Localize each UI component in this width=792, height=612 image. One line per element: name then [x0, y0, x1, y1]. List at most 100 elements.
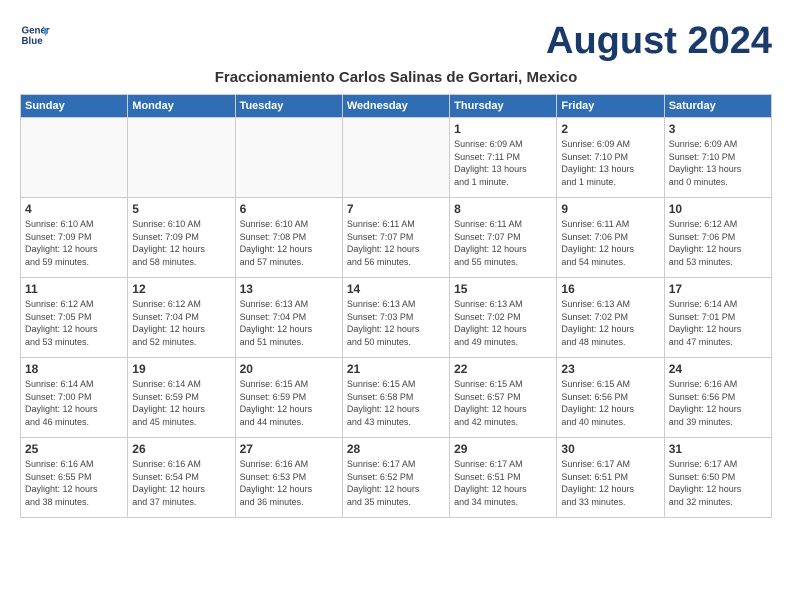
day-number: 22: [454, 362, 552, 376]
day-info: Sunrise: 6:13 AM Sunset: 7:02 PM Dayligh…: [561, 298, 659, 348]
weekday-header-tuesday: Tuesday: [235, 95, 342, 118]
calendar-cell: 24Sunrise: 6:16 AM Sunset: 6:56 PM Dayli…: [664, 358, 771, 438]
calendar-cell: 8 Sunrise: 6:11 AM Sunset: 7:07 PM Daylig…: [450, 198, 557, 278]
calendar-cell: 7 Sunrise: 6:11 AM Sunset: 7:07 PM Daylig…: [342, 198, 449, 278]
day-number: 30: [561, 442, 659, 456]
calendar-cell: 21Sunrise: 6:15 AM Sunset: 6:58 PM Dayli…: [342, 358, 449, 438]
day-number: 29: [454, 442, 552, 456]
month-title: August 2024: [546, 20, 772, 63]
day-info: Sunrise: 6:12 AM Sunset: 7:04 PM Dayligh…: [132, 298, 230, 348]
calendar-cell: 14 Sunrise: 6:13 AM Sunset: 7:03 PM Dayli…: [342, 278, 449, 358]
day-info: Sunrise: 6:17 AM Sunset: 6:51 PM Dayligh…: [454, 458, 552, 508]
day-info: Sunrise: 6:11 AM Sunset: 7:07 PM Dayligh…: [347, 218, 445, 268]
day-number: 12: [132, 282, 230, 296]
weekday-header-thursday: Thursday: [450, 95, 557, 118]
weekday-header-monday: Monday: [128, 95, 235, 118]
day-number: 31: [669, 442, 767, 456]
day-number: 18: [25, 362, 123, 376]
day-number: 27: [240, 442, 338, 456]
day-info: Sunrise: 6:12 AM Sunset: 7:06 PM Dayligh…: [669, 218, 767, 268]
calendar-cell: 1 Sunrise: 6:09 AM Sunset: 7:11 PM Daylig…: [450, 118, 557, 198]
logo-icon: General Blue: [20, 20, 50, 50]
day-number: 3: [669, 122, 767, 136]
day-info: Sunrise: 6:10 AM Sunset: 7:08 PM Dayligh…: [240, 218, 338, 268]
day-number: 20: [240, 362, 338, 376]
calendar-cell: 10 Sunrise: 6:12 AM Sunset: 7:06 PM Dayli…: [664, 198, 771, 278]
weekday-header-sunday: Sunday: [21, 95, 128, 118]
calendar-cell: 31 Sunrise: 6:17 AM Sunset: 6:50 PM Dayli…: [664, 438, 771, 518]
day-info: Sunrise: 6:16 AM Sunset: 6:53 PM Dayligh…: [240, 458, 338, 508]
calendar-cell: 13 Sunrise: 6:13 AM Sunset: 7:04 PM Dayli…: [235, 278, 342, 358]
day-number: 10: [669, 202, 767, 216]
day-number: 16: [561, 282, 659, 296]
day-number: 6: [240, 202, 338, 216]
calendar-table: SundayMondayTuesdayWednesdayThursdayFrid…: [20, 94, 772, 518]
day-info: Sunrise: 6:17 AM Sunset: 6:51 PM Dayligh…: [561, 458, 659, 508]
day-info: Sunrise: 6:14 AM Sunset: 6:59 PM Dayligh…: [132, 378, 230, 428]
day-info: Sunrise: 6:13 AM Sunset: 7:04 PM Dayligh…: [240, 298, 338, 348]
day-info: Sunrise: 6:15 AM Sunset: 6:59 PM Dayligh…: [240, 378, 338, 428]
day-info: Sunrise: 6:09 AM Sunset: 7:10 PM Dayligh…: [669, 138, 767, 188]
day-info: Sunrise: 6:17 AM Sunset: 6:52 PM Dayligh…: [347, 458, 445, 508]
day-number: 23: [561, 362, 659, 376]
calendar-cell: 9 Sunrise: 6:11 AM Sunset: 7:06 PM Daylig…: [557, 198, 664, 278]
calendar-cell: 30 Sunrise: 6:17 AM Sunset: 6:51 PM Dayli…: [557, 438, 664, 518]
calendar-cell: [342, 118, 449, 198]
calendar-cell: 5 Sunrise: 6:10 AM Sunset: 7:09 PM Daylig…: [128, 198, 235, 278]
day-number: 5: [132, 202, 230, 216]
calendar-cell: 19 Sunrise: 6:14 AM Sunset: 6:59 PM Dayli…: [128, 358, 235, 438]
weekday-header-wednesday: Wednesday: [342, 95, 449, 118]
calendar-cell: 27 Sunrise: 6:16 AM Sunset: 6:53 PM Dayli…: [235, 438, 342, 518]
calendar-cell: 2Sunrise: 6:09 AM Sunset: 7:10 PM Daylig…: [557, 118, 664, 198]
day-info: Sunrise: 6:09 AM Sunset: 7:10 PM Dayligh…: [561, 138, 659, 188]
logo: General Blue: [20, 20, 50, 50]
day-number: 9: [561, 202, 659, 216]
calendar-cell: 3 Sunrise: 6:09 AM Sunset: 7:10 PM Daylig…: [664, 118, 771, 198]
calendar-cell: 12 Sunrise: 6:12 AM Sunset: 7:04 PM Dayli…: [128, 278, 235, 358]
weekday-header-friday: Friday: [557, 95, 664, 118]
day-info: Sunrise: 6:16 AM Sunset: 6:54 PM Dayligh…: [132, 458, 230, 508]
day-number: 26: [132, 442, 230, 456]
day-info: Sunrise: 6:12 AM Sunset: 7:05 PM Dayligh…: [25, 298, 123, 348]
day-number: 11: [25, 282, 123, 296]
calendar-cell: 28 Sunrise: 6:17 AM Sunset: 6:52 PM Dayli…: [342, 438, 449, 518]
location-title: Fraccionamiento Carlos Salinas de Gortar…: [20, 69, 772, 86]
day-number: 13: [240, 282, 338, 296]
calendar-cell: 20 Sunrise: 6:15 AM Sunset: 6:59 PM Dayli…: [235, 358, 342, 438]
day-number: 19: [132, 362, 230, 376]
day-info: Sunrise: 6:10 AM Sunset: 7:09 PM Dayligh…: [25, 218, 123, 268]
calendar-cell: 26 Sunrise: 6:16 AM Sunset: 6:54 PM Dayli…: [128, 438, 235, 518]
day-number: 15: [454, 282, 552, 296]
day-number: 14: [347, 282, 445, 296]
calendar-cell: 22Sunrise: 6:15 AM Sunset: 6:57 PM Dayli…: [450, 358, 557, 438]
calendar-cell: 6 Sunrise: 6:10 AM Sunset: 7:08 PM Daylig…: [235, 198, 342, 278]
day-info: Sunrise: 6:10 AM Sunset: 7:09 PM Dayligh…: [132, 218, 230, 268]
day-info: Sunrise: 6:15 AM Sunset: 6:58 PM Dayligh…: [347, 378, 445, 428]
day-info: Sunrise: 6:13 AM Sunset: 7:02 PM Dayligh…: [454, 298, 552, 348]
day-number: 7: [347, 202, 445, 216]
day-number: 1: [454, 122, 552, 136]
day-info: Sunrise: 6:17 AM Sunset: 6:50 PM Dayligh…: [669, 458, 767, 508]
day-number: 8: [454, 202, 552, 216]
day-info: Sunrise: 6:16 AM Sunset: 6:56 PM Dayligh…: [669, 378, 767, 428]
day-info: Sunrise: 6:14 AM Sunset: 7:01 PM Dayligh…: [669, 298, 767, 348]
day-info: Sunrise: 6:11 AM Sunset: 7:07 PM Dayligh…: [454, 218, 552, 268]
calendar-cell: 23 Sunrise: 6:15 AM Sunset: 6:56 PM Dayli…: [557, 358, 664, 438]
calendar-cell: 11 Sunrise: 6:12 AM Sunset: 7:05 PM Dayli…: [21, 278, 128, 358]
day-info: Sunrise: 6:14 AM Sunset: 7:00 PM Dayligh…: [25, 378, 123, 428]
day-number: 4: [25, 202, 123, 216]
calendar-cell: 4 Sunrise: 6:10 AM Sunset: 7:09 PM Daylig…: [21, 198, 128, 278]
calendar-cell: [235, 118, 342, 198]
calendar-cell: 15 Sunrise: 6:13 AM Sunset: 7:02 PM Dayli…: [450, 278, 557, 358]
day-info: Sunrise: 6:11 AM Sunset: 7:06 PM Dayligh…: [561, 218, 659, 268]
calendar-cell: [21, 118, 128, 198]
calendar-cell: 18 Sunrise: 6:14 AM Sunset: 7:00 PM Dayli…: [21, 358, 128, 438]
calendar-cell: 29 Sunrise: 6:17 AM Sunset: 6:51 PM Dayli…: [450, 438, 557, 518]
day-info: Sunrise: 6:13 AM Sunset: 7:03 PM Dayligh…: [347, 298, 445, 348]
day-info: Sunrise: 6:15 AM Sunset: 6:56 PM Dayligh…: [561, 378, 659, 428]
calendar-cell: 17 Sunrise: 6:14 AM Sunset: 7:01 PM Dayli…: [664, 278, 771, 358]
day-number: 17: [669, 282, 767, 296]
day-info: Sunrise: 6:09 AM Sunset: 7:11 PM Dayligh…: [454, 138, 552, 188]
day-number: 28: [347, 442, 445, 456]
weekday-header-saturday: Saturday: [664, 95, 771, 118]
